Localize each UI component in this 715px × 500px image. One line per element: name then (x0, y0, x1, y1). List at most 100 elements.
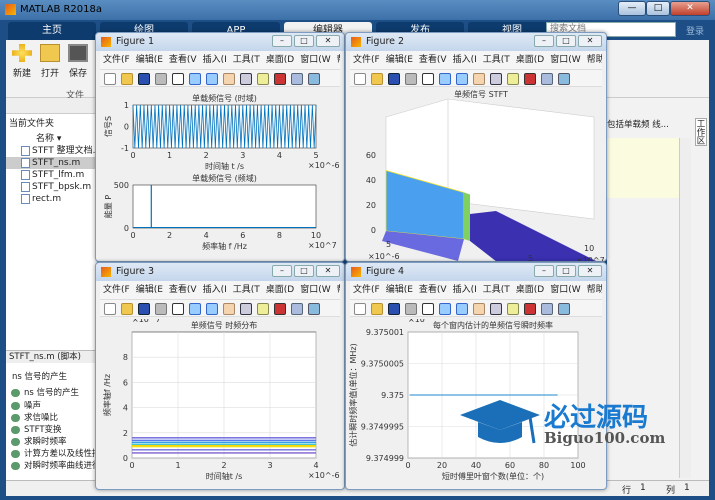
print-icon[interactable] (155, 303, 167, 315)
brush-icon[interactable] (524, 303, 536, 315)
menu-item[interactable]: 查看(V (419, 285, 447, 295)
file-item-selected[interactable]: STFT_ns.m (6, 157, 98, 169)
menu-item[interactable]: 窗口(W (300, 55, 330, 65)
zoom-out-icon[interactable] (206, 303, 218, 315)
print-icon[interactable] (405, 303, 417, 315)
zoom-in-icon[interactable] (439, 303, 451, 315)
menu-item[interactable]: 帮助(H (587, 55, 602, 65)
save-icon[interactable] (138, 73, 150, 85)
rotate-icon[interactable] (240, 303, 252, 315)
link-plot-icon[interactable] (291, 73, 303, 85)
zoom-out-icon[interactable] (456, 73, 468, 85)
menu-item[interactable]: 帮助(H (587, 285, 602, 295)
figure-titlebar[interactable]: Figure 1 – □ ✕ (96, 33, 344, 51)
menu-item[interactable]: 文件(F (103, 55, 130, 65)
figure-close-button[interactable]: ✕ (578, 265, 602, 277)
figure-close-button[interactable]: ✕ (578, 35, 602, 47)
login-link[interactable]: 登录 (686, 24, 704, 37)
menu-item[interactable]: 编辑(E (386, 285, 413, 295)
figure-maximize-button[interactable]: □ (556, 265, 576, 277)
figure-close-button[interactable]: ✕ (316, 35, 340, 47)
menu-item[interactable]: 工具(T (233, 285, 260, 295)
file-item[interactable]: STFT_lfm.m (6, 169, 98, 181)
menu-item[interactable]: 桌面(D (516, 55, 544, 65)
pointer-icon[interactable] (172, 73, 184, 85)
figure-minimize-button[interactable]: – (534, 265, 554, 277)
menu-item[interactable]: 帮助(H (337, 285, 340, 295)
new-button[interactable]: 新建 (8, 44, 36, 79)
data-cursor-icon[interactable] (507, 73, 519, 85)
new-file-icon[interactable] (354, 73, 366, 85)
menu-item[interactable]: 帮助(H (337, 55, 340, 65)
rotate-icon[interactable] (490, 73, 502, 85)
new-file-icon[interactable] (354, 303, 366, 315)
menu-item[interactable]: 文件(F (353, 55, 380, 65)
menu-item[interactable]: 查看(V (169, 55, 197, 65)
pan-icon[interactable] (473, 303, 485, 315)
menu-item[interactable]: 插入(I (203, 55, 227, 65)
brush-icon[interactable] (274, 73, 286, 85)
print-icon[interactable] (155, 73, 167, 85)
file-item[interactable]: STFT 整理文档.docx (6, 145, 98, 157)
new-file-icon[interactable] (104, 303, 116, 315)
close-button[interactable]: ✕ (670, 1, 710, 16)
brush-icon[interactable] (274, 303, 286, 315)
menu-item[interactable]: 桌面(D (266, 55, 294, 65)
menu-item[interactable]: 桌面(D (266, 285, 294, 295)
rotate-icon[interactable] (240, 73, 252, 85)
pointer-icon[interactable] (172, 303, 184, 315)
open-icon[interactable] (371, 73, 383, 85)
print-icon[interactable] (405, 73, 417, 85)
minimize-button[interactable]: — (618, 1, 646, 16)
zoom-out-icon[interactable] (456, 303, 468, 315)
menu-item[interactable]: 插入(I (453, 285, 477, 295)
zoom-out-icon[interactable] (206, 73, 218, 85)
figure-minimize-button[interactable]: – (272, 35, 292, 47)
section-item[interactable]: 计算方差以及线性拟合 (6, 448, 98, 460)
menu-item[interactable]: 窗口(W (550, 285, 580, 295)
pointer-icon[interactable] (422, 73, 434, 85)
menu-item[interactable]: 工具(T (233, 55, 260, 65)
pan-icon[interactable] (223, 303, 235, 315)
menu-item[interactable]: 编辑(E (136, 55, 163, 65)
pointer-icon[interactable] (422, 303, 434, 315)
colorbar-icon[interactable] (558, 73, 570, 85)
workspace-side-tab[interactable]: 工作区 (695, 118, 707, 146)
link-plot-icon[interactable] (541, 303, 553, 315)
menu-item[interactable]: 工具(T (483, 55, 510, 65)
pan-icon[interactable] (223, 73, 235, 85)
tab-home[interactable]: 主页 (8, 22, 96, 40)
section-item[interactable]: STFT变换 (6, 424, 98, 436)
figure-minimize-button[interactable]: – (534, 35, 554, 47)
figure-maximize-button[interactable]: □ (294, 35, 314, 47)
menu-item[interactable]: 插入(I (453, 55, 477, 65)
save-icon[interactable] (388, 303, 400, 315)
menu-item[interactable]: 查看(V (419, 55, 447, 65)
data-cursor-icon[interactable] (257, 303, 269, 315)
menu-item[interactable]: 桌面(D (516, 285, 544, 295)
section-item[interactable]: ns 信号的产生 (6, 387, 98, 399)
menu-item[interactable]: 窗口(W (550, 55, 580, 65)
figure-titlebar[interactable]: Figure 4 – □ ✕ (346, 263, 606, 281)
menu-item[interactable]: 编辑(E (136, 285, 163, 295)
new-file-icon[interactable] (104, 73, 116, 85)
save-icon[interactable] (138, 303, 150, 315)
link-plot-icon[interactable] (541, 73, 553, 85)
menu-item[interactable]: 插入(I (203, 285, 227, 295)
zoom-in-icon[interactable] (189, 303, 201, 315)
figure-minimize-button[interactable]: – (272, 265, 292, 277)
section-item[interactable]: 求信噪比 (6, 412, 98, 424)
menu-item[interactable]: 工具(T (483, 285, 510, 295)
zoom-in-icon[interactable] (439, 73, 451, 85)
zoom-in-icon[interactable] (189, 73, 201, 85)
rotate-icon[interactable] (490, 303, 502, 315)
menu-item[interactable]: 编辑(E (386, 55, 413, 65)
save-button[interactable]: 保存 (64, 44, 92, 79)
file-item[interactable]: STFT_bpsk.m (6, 181, 98, 193)
pan-icon[interactable] (473, 73, 485, 85)
open-icon[interactable] (121, 303, 133, 315)
menu-item[interactable]: 窗口(W (300, 285, 330, 295)
colorbar-icon[interactable] (308, 73, 320, 85)
section-item[interactable]: 求瞬时频率 (6, 436, 98, 448)
section-item[interactable]: 对瞬时频率曲线进行 (6, 460, 98, 472)
